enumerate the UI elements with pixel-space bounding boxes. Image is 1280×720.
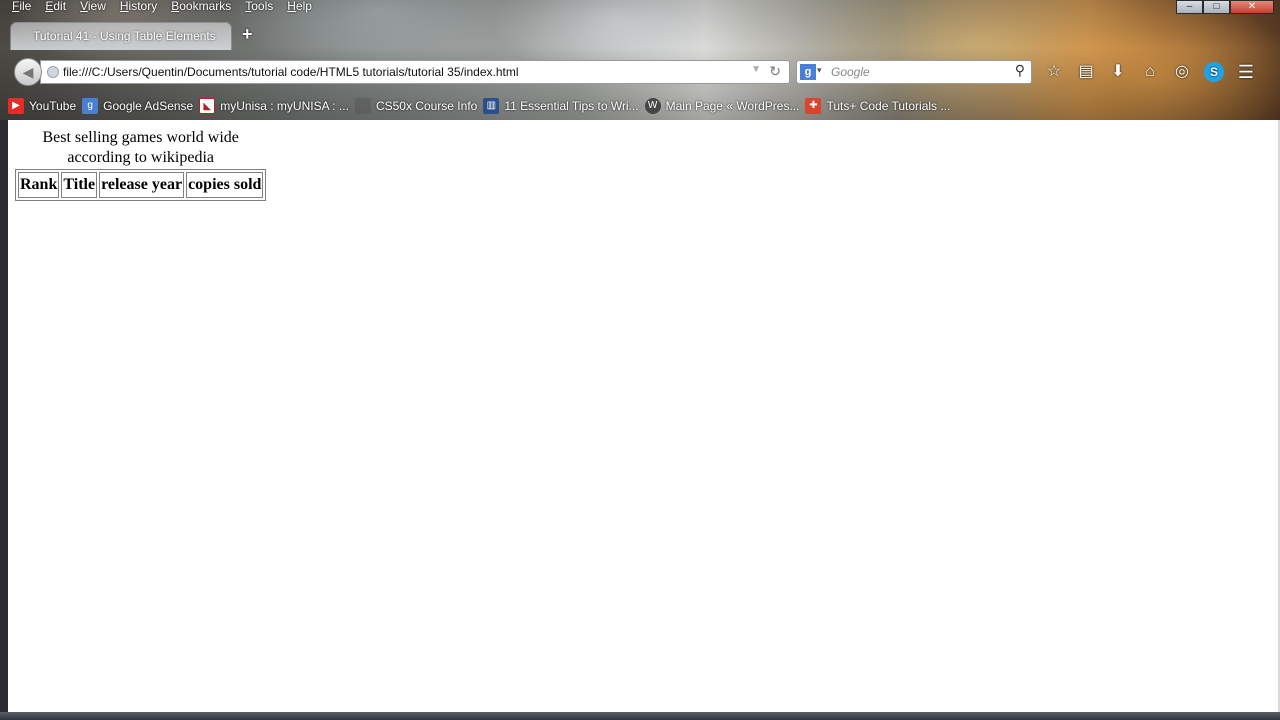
google-icon[interactable]: g (800, 64, 816, 80)
window-bottom-frame (0, 712, 1280, 720)
wordpress-icon: W (644, 98, 661, 114)
menu-help[interactable]: Help (287, 0, 312, 14)
navigation-toolbar: file:///C:/Users/Quentin/Documents/tutor… (0, 50, 1280, 94)
back-button[interactable]: ◀ (14, 58, 42, 86)
page-content: Best selling games world wide according … (8, 120, 1278, 712)
url-dropdown-icon[interactable]: ▼ (751, 64, 761, 75)
table-header-row: Rank Title release year copies sold (18, 172, 264, 198)
download-icon[interactable]: ⬇ (1108, 62, 1128, 82)
clipboard-icon[interactable]: ▤ (1076, 62, 1096, 82)
table-caption: Best selling games world wide according … (42, 129, 239, 166)
browser-chrome: File Edit View History Bookmarks Tools H… (0, 0, 1280, 120)
menu-edit[interactable]: Edit (45, 0, 66, 14)
star-icon[interactable]: ☆ (1044, 62, 1064, 82)
header-title: Title (61, 172, 98, 198)
maximize-button[interactable]: □ (1203, 0, 1230, 14)
url-text: file:///C:/Users/Quentin/Documents/tutor… (63, 65, 519, 79)
youtube-icon: ▶ (8, 98, 24, 114)
unisa-icon: ◣ (199, 98, 216, 114)
header-rank: Rank (18, 172, 60, 198)
search-placeholder: Google (831, 65, 870, 79)
google-icon: g (82, 98, 99, 114)
magnifier-icon[interactable]: ⚲ (1015, 62, 1025, 79)
cs50-icon (354, 98, 371, 114)
toolbar-icons: ☆ ▤ ⬇ ⌂ ◎ S ☰ (1044, 62, 1256, 82)
games-table: Best selling games world wide according … (15, 128, 267, 201)
bookmark-myunisa[interactable]: ◣ myUnisa : myUNISA : ... (199, 97, 349, 115)
search-engine-dropdown-icon[interactable]: ▾ (817, 65, 822, 76)
menu-tools[interactable]: Tools (245, 0, 273, 14)
addon-ring-icon[interactable]: ◎ (1172, 62, 1192, 82)
header-release-year: release year (99, 172, 185, 198)
menu-view[interactable]: View (80, 0, 106, 14)
skype-icon[interactable]: S (1204, 62, 1224, 82)
menu-file[interactable]: File (12, 0, 31, 14)
menu-bar: File Edit View History Bookmarks Tools H… (12, 0, 312, 14)
search-bar[interactable]: g ▾ Google ⚲ (796, 60, 1032, 84)
url-bar[interactable]: file:///C:/Users/Quentin/Documents/tutor… (40, 60, 790, 84)
menu-history[interactable]: History (120, 0, 157, 14)
tab-title: Tutorial 41 - Using Table Elements (33, 29, 216, 43)
bookmark-youtube[interactable]: ▶ YouTube (8, 97, 76, 115)
back-arrow-icon: ◀ (22, 64, 34, 80)
tab-active[interactable]: Tutorial 41 - Using Table Elements (10, 22, 232, 50)
bookmarks-toolbar: ▶ YouTube g Google AdSense ◣ myUnisa : m… (8, 97, 950, 115)
menu-bookmarks[interactable]: Bookmarks (171, 0, 231, 14)
close-button[interactable]: ✕ (1230, 0, 1274, 14)
hamburger-menu-icon[interactable]: ☰ (1236, 62, 1256, 82)
bookmark-essential-tips[interactable]: ▥ 11 Essential Tips to Wri... (483, 97, 639, 115)
home-icon[interactable]: ⌂ (1140, 62, 1160, 82)
globe-icon (47, 66, 59, 78)
bookmark-cs50x[interactable]: CS50x Course Info (354, 97, 477, 115)
bookmark-google-adsense[interactable]: g Google AdSense (82, 97, 193, 115)
reload-icon[interactable]: ↻ (769, 63, 781, 80)
bookmark-wordpress[interactable]: W Main Page « WordPres... (644, 97, 799, 115)
minimize-button[interactable]: – (1176, 0, 1203, 14)
new-tab-button[interactable]: + (242, 25, 258, 43)
site-icon: ▥ (483, 98, 500, 114)
tuts-icon: ✚ (805, 98, 822, 114)
header-copies-sold: copies sold (186, 172, 264, 198)
window-controls: – □ ✕ (1176, 0, 1274, 14)
bookmark-tuts-plus[interactable]: ✚ Tuts+ Code Tutorials ... (805, 97, 950, 115)
